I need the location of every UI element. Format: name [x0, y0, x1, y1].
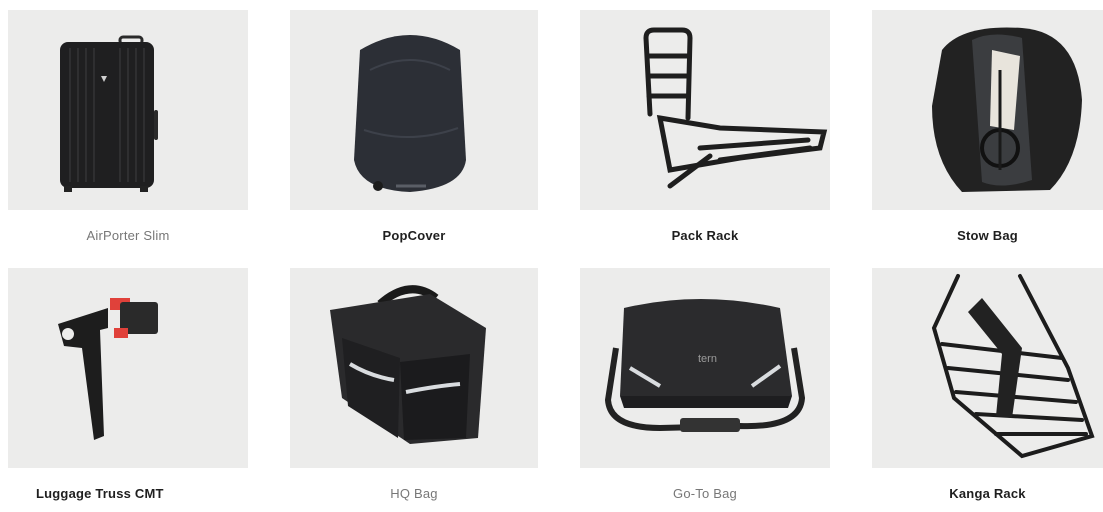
product-name[interactable]: HQ Bag	[290, 486, 538, 501]
product-image-tile[interactable]	[290, 268, 538, 468]
hq-bag-icon	[330, 285, 486, 444]
luggage-truss-icon	[58, 298, 158, 440]
product-image-tile[interactable]	[872, 268, 1103, 468]
svg-text:tern: tern	[698, 353, 717, 365]
product-name[interactable]: PopCover	[290, 228, 538, 243]
kanga-rack-icon	[931, 274, 1095, 459]
bike-cover-icon	[354, 35, 466, 192]
product-name[interactable]: AirPorter Slim	[8, 228, 248, 243]
product-image-tile[interactable]	[872, 10, 1103, 210]
product-image-tile[interactable]	[8, 10, 248, 210]
product-image-tile[interactable]	[8, 268, 248, 468]
product-grid: AirPorter Slim PopCover Pack Rack Stow B…	[0, 0, 1103, 512]
product-name[interactable]: Stow Bag	[872, 228, 1103, 243]
messenger-bag-icon: tern	[604, 299, 806, 432]
product-image-tile[interactable]	[580, 10, 830, 210]
product-image-tile[interactable]: tern	[580, 268, 830, 468]
suitcase-icon	[60, 35, 158, 192]
product-name[interactable]: Go-To Bag	[580, 486, 830, 501]
product-name[interactable]: Pack Rack	[580, 228, 830, 243]
product-name[interactable]: Luggage Truss CMT	[8, 486, 248, 501]
front-rack-icon	[643, 27, 828, 189]
stow-bag-icon	[932, 27, 1082, 192]
product-image-tile[interactable]	[290, 10, 538, 210]
product-name[interactable]: Kanga Rack	[872, 486, 1103, 501]
